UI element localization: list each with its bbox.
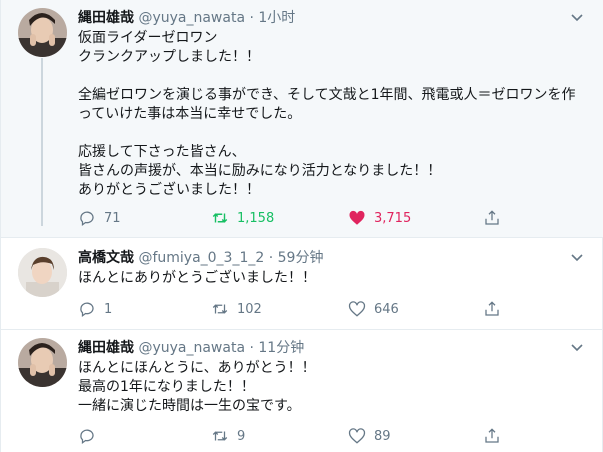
reply-icon bbox=[80, 302, 94, 318]
avatar[interactable] bbox=[18, 8, 67, 57]
like-button[interactable]: 646 bbox=[348, 299, 399, 319]
reply-icon bbox=[80, 211, 94, 227]
display-name[interactable]: 縄田雄哉 bbox=[78, 10, 134, 26]
chevron-down-icon[interactable] bbox=[570, 251, 584, 265]
retweet-count: 102 bbox=[237, 301, 262, 317]
like-count: 3,715 bbox=[374, 210, 412, 226]
tweet-header: 縄田雄哉 @yuya_nawata · 11分钟 bbox=[78, 339, 304, 357]
separator: · bbox=[268, 250, 274, 266]
timestamp[interactable]: 11分钟 bbox=[258, 340, 304, 356]
share-button[interactable] bbox=[483, 208, 509, 228]
retweet-count: 9 bbox=[237, 428, 246, 444]
retweet-count: 1,158 bbox=[237, 210, 275, 226]
timestamp[interactable]: 1小时 bbox=[258, 10, 295, 26]
reply-button[interactable]: 71 bbox=[78, 208, 121, 228]
user-handle[interactable]: @yuya_nawata bbox=[138, 340, 245, 356]
share-icon bbox=[485, 210, 499, 225]
share-button[interactable] bbox=[483, 426, 509, 446]
tweet-actions: 1 102 646 bbox=[78, 299, 508, 319]
separator: · bbox=[249, 10, 254, 26]
display-name[interactable]: 縄田雄哉 bbox=[78, 340, 134, 356]
heart-filled-icon bbox=[349, 210, 365, 225]
tweet-text: ほんとにありがとうございました！！ bbox=[78, 270, 316, 286]
tweet-thread: 縄田雄哉 @yuya_nawata · 1小时 仮面ライダーゼロワン クランクア… bbox=[0, 0, 603, 452]
reply-button[interactable] bbox=[78, 426, 104, 446]
retweet-icon bbox=[212, 431, 228, 441]
heart-outline-icon bbox=[348, 428, 366, 444]
chevron-down-icon[interactable] bbox=[570, 341, 584, 355]
tweet-1[interactable]: 縄田雄哉 @yuya_nawata · 1小时 仮面ライダーゼロワン クランクア… bbox=[1, 0, 603, 238]
user-handle[interactable]: @yuya_nawata bbox=[138, 10, 245, 26]
share-button[interactable] bbox=[483, 299, 509, 319]
tweet-header: 高橋文哉 @fumiya_0_3_1_2 · 59分钟 bbox=[78, 249, 323, 267]
retweet-icon bbox=[212, 213, 228, 223]
reply-icon bbox=[80, 429, 94, 445]
like-count: 89 bbox=[374, 428, 391, 444]
share-icon bbox=[485, 301, 499, 316]
like-button[interactable]: 89 bbox=[348, 426, 391, 446]
tweet-header: 縄田雄哉 @yuya_nawata · 1小时 bbox=[78, 9, 295, 27]
avatar[interactable] bbox=[18, 338, 67, 387]
share-icon bbox=[485, 428, 499, 443]
reply-count: 1 bbox=[104, 301, 113, 317]
retweet-button[interactable]: 1,158 bbox=[211, 208, 274, 228]
like-count: 646 bbox=[374, 301, 399, 317]
retweet-button[interactable]: 102 bbox=[211, 299, 262, 319]
display-name[interactable]: 高橋文哉 bbox=[78, 250, 134, 266]
tweet-actions: 9 89 bbox=[78, 426, 508, 446]
like-button[interactable]: 3,715 bbox=[348, 208, 411, 228]
retweet-button[interactable]: 9 bbox=[211, 426, 245, 446]
reply-count: 71 bbox=[104, 210, 121, 226]
retweet-icon bbox=[212, 304, 228, 314]
tweet-3[interactable]: 縄田雄哉 @yuya_nawata · 11分钟 ほんとにほんとうに、ありがとう… bbox=[1, 330, 603, 452]
thread-connector-line bbox=[41, 58, 43, 226]
reply-button[interactable]: 1 bbox=[78, 299, 112, 319]
timestamp[interactable]: 59分钟 bbox=[278, 250, 324, 266]
tweet-text: 仮面ライダーゼロワン クランクアップしました！！ 全編ゼロワンを演じる事ができ、… bbox=[78, 30, 576, 198]
avatar[interactable] bbox=[18, 248, 67, 297]
user-handle[interactable]: @fumiya_0_3_1_2 bbox=[138, 250, 264, 266]
tweet-text: ほんとにほんとうに、ありがとう！！ 最高の1年になりました！！ 一緒に演じた時間… bbox=[78, 360, 316, 414]
tweet-2[interactable]: 高橋文哉 @fumiya_0_3_1_2 · 59分钟 ほんとにありがとうござい… bbox=[1, 238, 603, 330]
chevron-down-icon[interactable] bbox=[570, 11, 584, 25]
heart-outline-icon bbox=[348, 301, 366, 317]
separator: · bbox=[249, 340, 254, 356]
tweet-actions: 71 1,158 3,715 bbox=[78, 208, 508, 228]
